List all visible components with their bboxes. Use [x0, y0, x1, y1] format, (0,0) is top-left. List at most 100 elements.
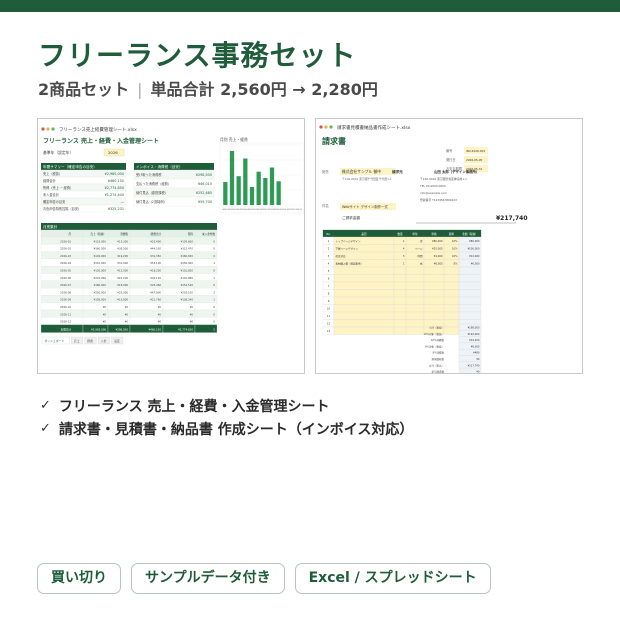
summary-row-label: 経費合計 — [43, 178, 57, 183]
totals-value: ¥192,000 — [468, 332, 480, 336]
chart-title: 月別 売上・経費 — [220, 137, 248, 142]
preview-sales-sheet: フリーランス売上経費管理シート.xlsx フリーランス 売上・経費・入金管理シー… — [37, 118, 305, 374]
monthly-column-text: 売上（税抜） — [90, 232, 106, 236]
items-cell-text: 素材購入費（軽減税率） — [336, 262, 364, 266]
items-cell[interactable] — [423, 296, 445, 305]
tax-row-value: ¥298,500 — [196, 173, 212, 177]
items-cell[interactable] — [393, 289, 407, 298]
page-subtitle: 2商品セット | 単品合計 2,560円 → 2,280円 — [38, 76, 378, 100]
items-cell — [458, 304, 482, 313]
items-cell[interactable] — [443, 266, 460, 275]
summary-row-value: ¥325,231 — [108, 207, 124, 211]
price-comparison: 単品合計 2,560円 → 2,280円 — [150, 80, 378, 99]
monthly-row-text: ¥360,000 — [94, 247, 107, 251]
items-cell[interactable] — [393, 311, 407, 320]
monthly-row-text: ¥0 — [190, 320, 194, 324]
items-cell[interactable] — [423, 311, 445, 320]
items-cell[interactable] — [333, 296, 395, 305]
subtitle-separator: | — [137, 80, 143, 99]
items-cell[interactable] — [423, 289, 445, 298]
monthly-bar-chart: 2026-01 2026-02 2026-03 2026-04 2026-05 2026-… — [219, 142, 304, 214]
items-cell[interactable] — [423, 281, 445, 290]
to-label: 宛先 — [322, 169, 329, 174]
totals-value: ¥0 — [476, 370, 480, 374]
monthly-row-text: ¥18,000 — [117, 283, 128, 287]
items-cell[interactable] — [393, 281, 407, 290]
chart-x-tick: 2026-07 — [262, 209, 269, 211]
monthly-row-text: ¥15,300 — [117, 239, 128, 243]
items-cell[interactable] — [333, 274, 395, 283]
totals-label: 10%消費税 — [431, 338, 445, 342]
items-cell[interactable] — [443, 289, 460, 298]
totals-value: ¥480 — [473, 351, 480, 355]
issuer-line: 〒150-0001 東京都渋谷区神宮前1-1 — [420, 177, 467, 181]
chart-bar — [269, 167, 275, 205]
monthly-row-text: 2026-05 — [60, 269, 71, 273]
monthly-column-text: 経費合計 — [151, 232, 162, 236]
monthly-row-text: ¥0 — [158, 305, 162, 309]
items-cell[interactable] — [405, 296, 425, 305]
items-cell[interactable] — [393, 319, 407, 328]
monthly-row-text: ¥202,100 — [181, 290, 194, 294]
sheet-tab-label: 経費 — [87, 339, 93, 343]
items-cell[interactable] — [443, 319, 460, 328]
items-cell[interactable] — [333, 266, 395, 275]
monthly-row-text: ¥101,800 — [181, 269, 194, 273]
items-cell[interactable] — [393, 274, 407, 283]
items-cell[interactable] — [405, 326, 425, 335]
feature-label: 請求書・見積書・納品書 作成シート（インボイス対応） — [58, 421, 414, 438]
items-cell-text: ¥12,000 — [469, 254, 480, 258]
items-cell[interactable] — [393, 304, 407, 313]
client-name: 株式会社サンプル 御中 — [342, 169, 381, 174]
items-cell[interactable] — [443, 304, 460, 313]
items-column-label: 単価 — [431, 232, 437, 236]
items-cell[interactable] — [443, 326, 460, 335]
items-cell — [458, 266, 482, 275]
items-cell[interactable] — [443, 274, 460, 283]
items-cell[interactable] — [423, 304, 445, 313]
monthly-row-text: ¥153,000 — [94, 239, 107, 243]
feature-item: ✓ 請求書・見積書・納品書 作成シート（インボイス対応） — [40, 417, 413, 440]
items-cell — [458, 296, 482, 305]
items-cell[interactable] — [405, 289, 425, 298]
items-cell-text: 修正対応 — [336, 254, 347, 258]
items-cell[interactable] — [333, 281, 395, 290]
items-cell[interactable] — [333, 326, 395, 335]
items-cell[interactable] — [443, 296, 460, 305]
top-accent-bar — [0, 0, 620, 12]
items-cell[interactable] — [333, 289, 395, 298]
items-cell[interactable] — [405, 274, 425, 283]
items-column-label: 税率 — [449, 232, 455, 236]
items-cell[interactable] — [393, 326, 407, 335]
totals-label: 8%消費税 — [433, 351, 445, 355]
window-close-dot — [41, 127, 45, 131]
items-cell[interactable] — [405, 304, 425, 313]
items-cell[interactable] — [405, 281, 425, 290]
items-cell[interactable] — [423, 266, 445, 275]
monthly-row-text: ¥21,760 — [150, 298, 161, 302]
monthly-row-text: ¥12,000 — [117, 269, 128, 273]
items-cell — [458, 311, 482, 320]
monthly-row-text: 2026-11 — [60, 312, 71, 316]
items-cell[interactable] — [423, 274, 445, 283]
items-cell[interactable] — [393, 296, 407, 305]
monthly-row-text: ¥0 — [190, 305, 194, 309]
monthly-row-text: ¥158,000 — [94, 298, 107, 302]
items-cell[interactable] — [333, 319, 395, 328]
items-cell[interactable] — [333, 311, 395, 320]
meta-value: INV-2026-001 — [466, 149, 485, 153]
line-items-table: No. 品目 数量 単位 単価 税率 金額（税抜）1 トップページデザイン 1 式 ¥80,000 1… — [322, 229, 482, 335]
items-cell[interactable] — [393, 266, 407, 275]
items-cell[interactable] — [443, 281, 460, 290]
items-cell[interactable] — [405, 266, 425, 275]
totals-value: ¥217,740 — [468, 363, 480, 367]
summary-header-label: 年間サマリー（確定申告の目安） — [43, 164, 97, 169]
tax-table: 受け取った消費税 ¥298,500 支払った消費税（経費） ¥46,015 納付見込（原… — [133, 169, 215, 207]
items-cell[interactable] — [405, 311, 425, 320]
chart-bar — [236, 176, 241, 205]
items-cell[interactable] — [405, 319, 425, 328]
items-cell[interactable] — [443, 311, 460, 320]
monthly-header-label: 月別集計 — [43, 224, 58, 229]
items-cell[interactable] — [333, 304, 395, 313]
monthly-row-text: ¥18,200 — [150, 269, 161, 273]
